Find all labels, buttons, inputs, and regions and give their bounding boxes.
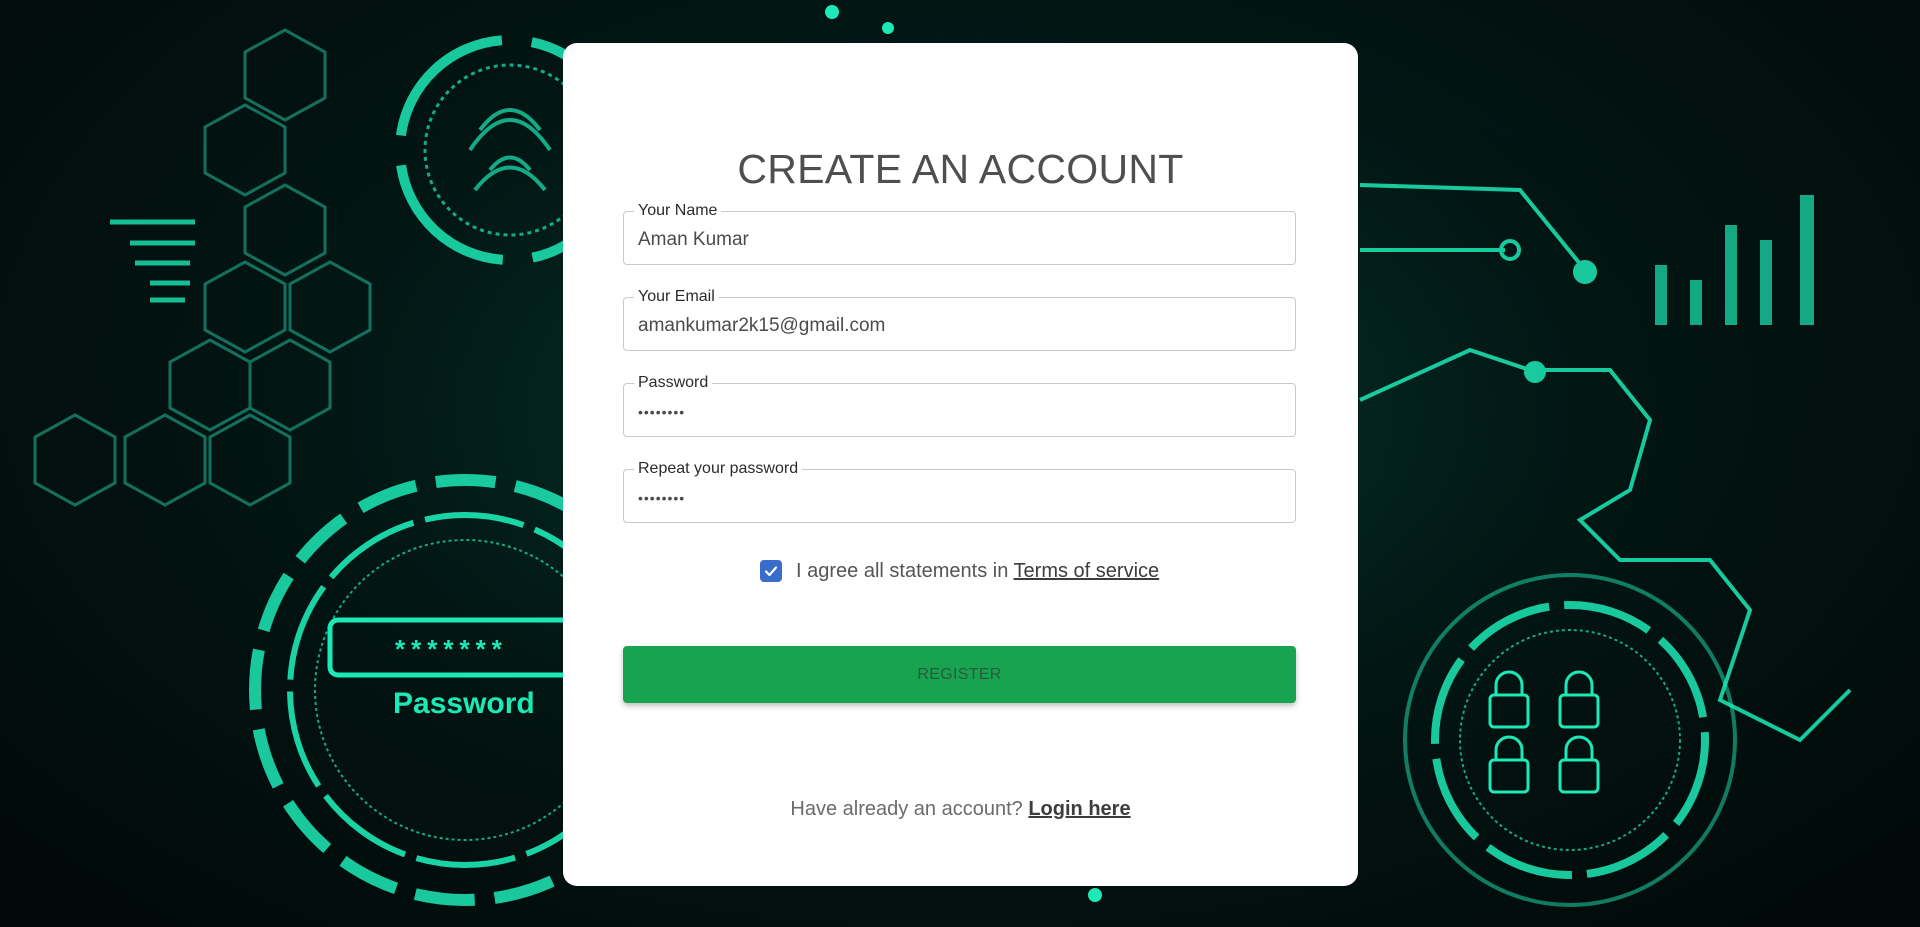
terms-agreement-text: I agree all statements in Terms of servi… bbox=[796, 560, 1159, 583]
repeat-password-label: Repeat your password bbox=[634, 460, 803, 478]
password-label: Password bbox=[634, 374, 713, 392]
checkmark-icon bbox=[764, 566, 778, 577]
login-link[interactable]: Login here bbox=[1028, 798, 1130, 820]
register-button[interactable]: REGISTER bbox=[623, 646, 1296, 703]
repeat-password-field[interactable]: Repeat your password bbox=[623, 460, 1296, 523]
password-badge-stars: ******* bbox=[395, 634, 508, 664]
name-field[interactable]: Your Name bbox=[623, 202, 1296, 265]
password-badge-label: Password bbox=[393, 687, 535, 720]
password-field[interactable]: Password bbox=[623, 374, 1296, 437]
password-input[interactable] bbox=[638, 404, 1278, 420]
repeat-password-input[interactable] bbox=[638, 490, 1278, 506]
email-field[interactable]: Your Email bbox=[623, 288, 1296, 351]
name-label: Your Name bbox=[634, 202, 722, 220]
email-label: Your Email bbox=[634, 288, 719, 306]
terms-checkbox[interactable] bbox=[760, 560, 782, 582]
name-input[interactable] bbox=[638, 229, 1278, 251]
email-input[interactable] bbox=[638, 315, 1278, 337]
registration-card: CREATE AN ACCOUNT Your Name Your Email P… bbox=[563, 43, 1358, 886]
terms-of-service-link[interactable]: Terms of service bbox=[1014, 560, 1160, 582]
page-title: CREATE AN ACCOUNT bbox=[737, 146, 1184, 192]
login-prompt: Have already an account? Login here bbox=[563, 798, 1358, 821]
terms-prefix: I agree all statements in bbox=[796, 559, 1009, 582]
terms-agreement: I agree all statements in Terms of servi… bbox=[760, 558, 1159, 584]
login-prompt-text: Have already an account? bbox=[790, 798, 1023, 820]
